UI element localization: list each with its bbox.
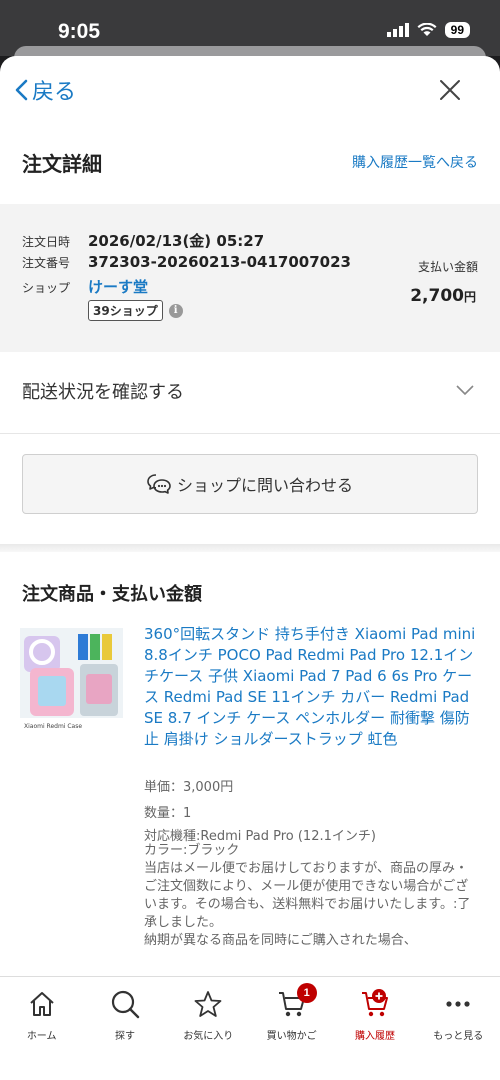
- contact-shop-button[interactable]: ショップに問い合わせる: [22, 454, 478, 514]
- order-number-label: 注文番号: [22, 256, 71, 270]
- product-image[interactable]: Xiaomi Redmi Case: [20, 628, 123, 732]
- chat-bubble-icon: [147, 474, 171, 494]
- status-icons: 99: [386, 22, 470, 38]
- unit-price: 単価：3,000円: [144, 780, 234, 795]
- tab-purchase-history-label: 購入履歴: [354, 1031, 395, 1042]
- order-date-label: 注文日時: [22, 235, 71, 249]
- delivery-note: 納期が異なる商品を同時にご購入された場合、: [144, 933, 417, 948]
- nav-bar: 戻る: [0, 56, 500, 124]
- product-image-caption: Xiaomi Redmi Case: [24, 723, 82, 730]
- bottom-tab-bar: ホーム 探す お気に入り 1 買い物かご 購入履歴 もっと見る: [0, 976, 500, 1080]
- shipping-note: 当店はメール便でお届けしておりますが、商品の厚み・ご注文個数により、メール便が使…: [144, 861, 471, 930]
- more-icon: [446, 1001, 470, 1007]
- page-title: 注文詳細: [22, 152, 102, 176]
- status-time: 9:05: [58, 20, 101, 43]
- payment-amount: 2,700円: [410, 286, 476, 306]
- delivery-status-row[interactable]: 配送状況を確認する: [0, 352, 500, 434]
- shop-label: ショップ: [22, 281, 71, 295]
- tab-favorites[interactable]: お気に入り: [167, 977, 250, 1080]
- payment-amount-value: 2,700: [410, 286, 464, 306]
- tab-more[interactable]: もっと見る: [417, 977, 500, 1080]
- close-icon[interactable]: [438, 78, 462, 102]
- ordered-products-section: 注文商品・支払い金額 Xiaomi Redmi Case 360°回転スタンド …: [0, 552, 500, 1032]
- tab-more-label: もっと見る: [433, 1031, 484, 1042]
- info-icon[interactable]: i: [168, 303, 183, 318]
- search-icon: [111, 990, 140, 1019]
- home-icon: [29, 992, 54, 1016]
- tab-home-label: ホーム: [26, 1031, 57, 1042]
- product-image-illustration: Xiaomi Redmi Case: [20, 628, 123, 732]
- delivery-status-label: 配送状況を確認する: [22, 382, 184, 403]
- signal-icon: [386, 23, 409, 37]
- product-options: カラー:ブラック 当店はメール便でお届けしておりますが、商品の厚み・ご注文個数に…: [144, 842, 476, 950]
- section-divider: [0, 544, 500, 552]
- cart-count-badge: 1: [296, 983, 317, 1003]
- contact-shop-label: ショップに問い合わせる: [176, 476, 353, 495]
- purchase-history-link[interactable]: 購入履歴一覧へ戻る: [352, 152, 478, 172]
- purchase-history-icon: [361, 989, 388, 1017]
- back-label: 戻る: [32, 80, 77, 105]
- tab-search[interactable]: 探す: [83, 977, 166, 1080]
- tab-home[interactable]: ホーム: [0, 977, 83, 1080]
- order-number-row: 注文番号 372303-20260213-0417007023: [22, 253, 351, 271]
- tab-purchase-history[interactable]: 購入履歴: [333, 977, 416, 1080]
- shop-row: ショップ けーす堂: [22, 276, 148, 297]
- shop-badge: 39ショップ: [88, 300, 163, 321]
- contact-area: ショップに問い合わせる: [0, 434, 500, 544]
- tab-favorites-label: お気に入り: [183, 1031, 234, 1042]
- color-option: カラー:ブラック: [144, 843, 240, 858]
- payment-currency: 円: [463, 290, 476, 304]
- order-date-row: 注文日時 2026/02/13(金) 05:27: [22, 230, 264, 251]
- product-name-link[interactable]: 360°回転スタンド 持ち手付き Xiaomi Pad mini 8.8インチ …: [144, 624, 476, 750]
- order-info-panel: 注文日時 2026/02/13(金) 05:27 注文番号 372303-202…: [0, 204, 500, 352]
- chevron-left-icon: [15, 79, 28, 101]
- back-button[interactable]: 戻る: [14, 74, 76, 106]
- tab-cart[interactable]: 1 買い物かご: [250, 977, 333, 1080]
- quantity: 数量：1: [144, 806, 192, 821]
- order-number-value: 372303-20260213-0417007023: [88, 253, 351, 271]
- shop-name-link[interactable]: けーす堂: [88, 276, 148, 297]
- payment-label: 支払い金額: [417, 260, 478, 274]
- tab-cart-label: 買い物かご: [266, 1031, 317, 1042]
- title-row: 注文詳細 購入履歴一覧へ戻る: [0, 124, 500, 204]
- battery-indicator: 99: [444, 22, 470, 38]
- tab-search-label: 探す: [114, 1031, 135, 1042]
- order-detail-sheet: 戻る 注文詳細 購入履歴一覧へ戻る 注文日時 2026/02/13(金) 05:…: [0, 56, 500, 1080]
- star-icon: [194, 991, 222, 1017]
- shop-badge-row: 39ショップ i: [88, 300, 183, 321]
- chevron-down-icon: [456, 385, 474, 396]
- order-date-value: 2026/02/13(金) 05:27: [88, 232, 265, 250]
- products-section-title: 注文商品・支払い金額: [22, 584, 202, 605]
- wifi-icon: [417, 23, 437, 36]
